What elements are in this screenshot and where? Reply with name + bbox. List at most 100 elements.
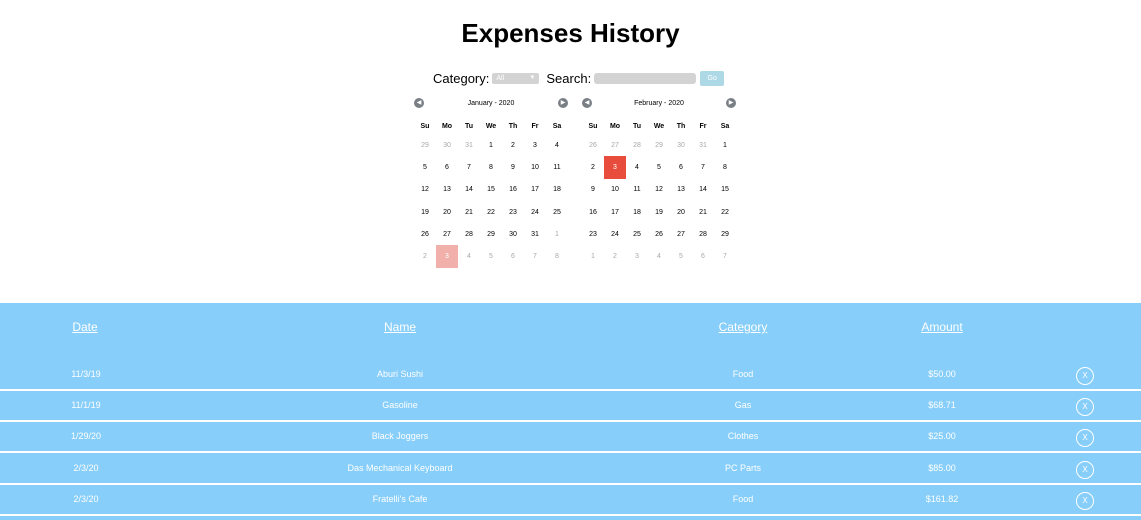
calendar-day[interactable]: 11 <box>546 156 568 178</box>
calendar-day[interactable]: 7 <box>524 245 546 267</box>
calendar-day[interactable]: 12 <box>414 179 436 201</box>
amount-column-header[interactable]: Amount <box>912 320 972 334</box>
selected-day[interactable]: 3 <box>604 156 626 179</box>
calendar-day[interactable]: 21 <box>692 201 714 223</box>
calendar-day[interactable]: 29 <box>414 134 436 156</box>
calendar-day[interactable]: 7 <box>458 156 480 178</box>
calendar-day[interactable]: 29 <box>480 223 502 245</box>
calendar-day[interactable]: 4 <box>626 156 648 178</box>
calendar-day[interactable]: 26 <box>582 134 604 156</box>
calendar-day[interactable]: 14 <box>458 179 480 201</box>
calendar-day[interactable]: 1 <box>480 134 502 156</box>
calendar-day[interactable]: 9 <box>582 179 604 201</box>
calendar-day[interactable]: 16 <box>582 201 604 223</box>
calendar-day[interactable]: 22 <box>714 201 736 223</box>
calendar-day[interactable]: 1 <box>546 223 568 245</box>
calendar-day[interactable]: 18 <box>546 179 568 201</box>
calendar-day[interactable]: 13 <box>436 179 458 201</box>
right-arrow-icon[interactable]: ▶ <box>726 98 736 108</box>
calendar-day[interactable]: 23 <box>502 201 524 223</box>
calendar-day[interactable]: 4 <box>546 134 568 156</box>
calendar-day[interactable]: 2 <box>604 245 626 267</box>
calendar-day[interactable]: 28 <box>626 134 648 156</box>
search-input[interactable] <box>594 72 697 84</box>
calendar-day[interactable]: 2 <box>414 245 436 267</box>
close-icon[interactable]: X <box>1076 491 1094 510</box>
calendar-day[interactable]: 24 <box>524 201 546 223</box>
calendar-day[interactable]: 23 <box>582 223 604 245</box>
calendar-day[interactable]: 11 <box>626 179 648 201</box>
calendar-day[interactable]: 3 <box>524 134 546 156</box>
calendar-day[interactable]: 3 <box>436 245 458 268</box>
calendar-day[interactable]: 10 <box>604 179 626 201</box>
calendar-day[interactable]: 15 <box>480 179 502 201</box>
calendar-day[interactable]: 7 <box>714 245 736 267</box>
date-column-header[interactable]: Date <box>60 320 110 334</box>
calendar-day[interactable]: 15 <box>714 179 736 201</box>
calendar-day[interactable]: 21 <box>458 201 480 223</box>
calendar-day[interactable]: 3 <box>626 245 648 267</box>
name-column-header[interactable]: Name <box>360 320 440 334</box>
calendar-day[interactable]: 2 <box>582 156 604 178</box>
calendar-day[interactable]: 19 <box>414 201 436 223</box>
calendar-day[interactable]: 13 <box>670 179 692 201</box>
go-button[interactable]: Go <box>700 70 725 86</box>
calendar-day[interactable]: 31 <box>524 223 546 245</box>
row-category: PC Parts <box>724 462 761 473</box>
calendar-day[interactable]: 8 <box>546 245 568 267</box>
calendar-day[interactable]: 17 <box>604 201 626 223</box>
calendar-day[interactable]: 2 <box>502 134 524 156</box>
calendar-day[interactable]: 4 <box>648 245 670 267</box>
calendar-day[interactable]: 20 <box>670 201 692 223</box>
calendar-day[interactable]: 16 <box>502 179 524 201</box>
calendar-day[interactable]: 30 <box>670 134 692 156</box>
calendar-day[interactable]: 31 <box>692 134 714 156</box>
calendar-day[interactable]: 24 <box>604 223 626 245</box>
calendar-day[interactable]: 30 <box>502 223 524 245</box>
calendar-day[interactable]: 5 <box>648 156 670 178</box>
calendar-day[interactable]: 6 <box>692 245 714 267</box>
calendar-day[interactable]: 27 <box>670 223 692 245</box>
calendar-day[interactable]: 5 <box>480 245 502 267</box>
category-column-header[interactable]: Category <box>703 320 783 334</box>
calendar-day[interactable]: 4 <box>458 245 480 267</box>
calendar-day[interactable]: 7 <box>692 156 714 178</box>
calendar-day[interactable]: 5 <box>670 245 692 267</box>
calendar-day[interactable]: 10 <box>524 156 546 178</box>
calendar-day[interactable]: 27 <box>436 223 458 245</box>
calendar-day[interactable]: 31 <box>458 134 480 156</box>
calendar-day[interactable]: 8 <box>714 156 736 178</box>
calendar-day[interactable]: 12 <box>648 179 670 201</box>
calendar-day[interactable]: 28 <box>458 223 480 245</box>
calendar-day[interactable]: 27 <box>604 134 626 156</box>
calendar-day[interactable]: 20 <box>436 201 458 223</box>
calendar-day[interactable]: 26 <box>414 223 436 245</box>
calendar-day[interactable]: 1 <box>714 134 736 156</box>
calendar-day[interactable]: 8 <box>480 156 502 178</box>
calendar-day[interactable]: 9 <box>502 156 524 178</box>
calendar-day[interactable]: 25 <box>546 201 568 223</box>
calendar-day[interactable]: 22 <box>480 201 502 223</box>
calendar-day[interactable]: 30 <box>436 134 458 156</box>
calendar-day[interactable]: 6 <box>502 245 524 267</box>
category-select[interactable]: All ▼ <box>492 72 540 84</box>
close-icon[interactable]: X <box>1076 429 1094 448</box>
close-icon[interactable]: X <box>1076 460 1094 479</box>
calendar-day[interactable]: 19 <box>648 201 670 223</box>
filter-bar: Category: All ▼ Search: Go <box>433 70 725 86</box>
calendar-day[interactable]: 28 <box>692 223 714 245</box>
close-icon[interactable]: X <box>1076 367 1094 385</box>
calendar-day[interactable]: 1 <box>582 245 604 267</box>
calendar-day[interactable]: 29 <box>714 223 736 245</box>
calendar-day[interactable]: 26 <box>648 223 670 245</box>
calendar-day[interactable]: 6 <box>436 156 458 178</box>
calendar-day[interactable]: 17 <box>524 179 546 201</box>
calendar-day[interactable]: 29 <box>648 134 670 156</box>
calendar-day[interactable]: 5 <box>414 156 436 178</box>
calendar-day[interactable]: 18 <box>626 201 648 223</box>
calendar-day[interactable]: 25 <box>626 223 648 245</box>
calendar-day[interactable]: 6 <box>670 156 692 178</box>
close-icon[interactable]: X <box>1076 398 1094 417</box>
calendar-day[interactable]: 14 <box>692 179 714 201</box>
right-arrow-icon[interactable]: ▶ <box>558 98 568 108</box>
